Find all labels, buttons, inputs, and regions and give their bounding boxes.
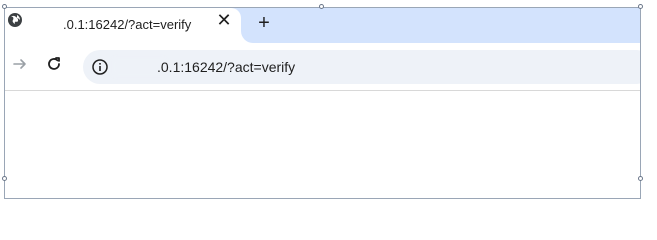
arrow-forward-icon: [12, 56, 28, 77]
close-icon[interactable]: ✕: [214, 10, 234, 30]
resize-handle-top-left[interactable]: [2, 4, 7, 9]
address-bar[interactable]: .0.1:16242/?act=verify: [83, 50, 640, 84]
resize-handle-top-right[interactable]: [638, 4, 643, 9]
resize-handle-top[interactable]: [319, 4, 324, 9]
reload-button[interactable]: [43, 55, 65, 77]
tab-corner: [241, 31, 253, 43]
reload-icon: [46, 56, 62, 77]
browser-window: .0.1:16242/?act=verify ✕ + .0.1:16242/?a…: [4, 7, 641, 199]
forward-button[interactable]: [9, 55, 31, 77]
new-tab-button[interactable]: +: [253, 12, 275, 34]
toolbar: .0.1:16242/?act=verify: [5, 43, 640, 91]
tab-strip: .0.1:16242/?act=verify ✕ +: [5, 8, 640, 43]
tab-title: .0.1:16242/?act=verify: [63, 17, 192, 32]
tab-active[interactable]: .0.1:16242/?act=verify ✕: [5, 8, 241, 43]
url-text: .0.1:16242/?act=verify: [157, 59, 296, 75]
globe-icon: [7, 12, 23, 28]
resize-handle-left[interactable]: [2, 176, 7, 181]
resize-handle-right[interactable]: [638, 176, 643, 181]
info-icon[interactable]: [91, 58, 109, 76]
